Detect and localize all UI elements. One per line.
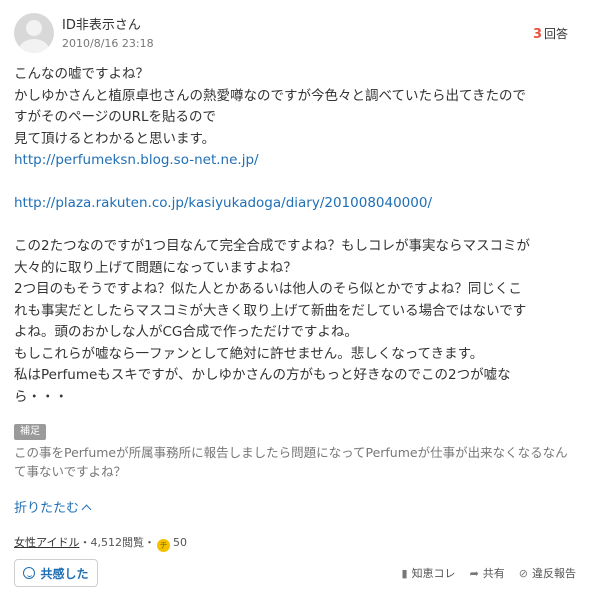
coin-count: 50 [172,536,187,549]
question-header: ID非表示さん 2010/8/16 23:18 3 回答 [14,13,576,53]
question-line: こんなの嘘ですよね？ [14,66,149,82]
category-link[interactable]: 女性アイドル [14,536,79,549]
question-link-1[interactable]: http://perfumeksn.blog.so-net.ne.jp/ [14,150,576,172]
avatar [14,13,54,53]
empathy-button[interactable]: 共感した [14,559,98,587]
question-line: れも事実だとしたらマスコミが大きく取り上げて新曲をだしている場合ではないです [14,302,527,319]
question-body: こんなの嘘ですよね？ かしゆかさんと植原卓也さんの熱愛噂なのですが今色々と調べて… [14,64,576,408]
report-label: 違反報告 [532,567,576,580]
report-button[interactable]: ⊘ 違反報告 [519,565,576,581]
question-line: よね。頭のおかしな人がCG合成で作っただけですよね。 [14,324,358,340]
answer-count[interactable]: 3 回答 [533,25,568,42]
avatar-body [19,39,49,53]
answer-count-number: 3 [532,27,542,42]
question-line: 2つ目のもそうですよね？似た人とかあるいは他人のそら似とかですよね？同じくこ [14,281,522,297]
supplement-text: この事をPerfumeが所属事務所に報告しましたら問題になってPerfumeが仕… [14,445,568,479]
post-date: 2010/8/16 23:18 [62,37,154,50]
bookmark-icon: ▮ [401,566,408,580]
bookmark-label: 知恵コレ [411,567,456,580]
answer-count-label: 回答 [543,27,568,41]
bookmark-button[interactable]: ▮ 知恵コレ [402,565,456,581]
question-line: かしゆかさんと植原卓也さんの熱愛噂なのですが今色々と調べていたら出てきたので [14,87,527,104]
share-label: 共有 [482,567,505,580]
user-name: ID非表示さん [62,18,141,33]
question-meta: 女性アイドル・4,512閲覧・チ 50 [14,534,187,552]
supplement-badge: 補足 [14,424,46,440]
collapse-link[interactable]: 折りたたむ [14,497,92,516]
question-line: ら・・・ [14,388,68,405]
share-icon: ➦ [469,566,479,580]
question-line: すがそのページのURLを貼るので [14,109,217,125]
share-button[interactable]: ➦ 共有 [470,565,505,581]
question-line: この2たつなのですが1つ目なんて完全合成ですよね？もしコレが事実ならマスコミが [14,238,531,254]
avatar-head [26,20,42,36]
collapse-label: 折りたたむ [14,501,80,516]
question-line: もしこれらが嘘なら一ファンとして絶対に許せません。悲しくなってきます。 [14,345,484,362]
view-count: ・4,512閲覧・ [79,536,155,549]
report-icon: ⊘ [518,566,528,580]
action-bar: ▮ 知恵コレ ➦ 共有 ⊘ 違反報告 [402,565,577,581]
empathy-label: 共感した [40,566,89,581]
question-line: 大々的に取り上げて問題になっていますよね？ [14,259,297,276]
coin-icon: チ [156,539,170,552]
question-line: 私はPerfumeもスキですが、かしゆかさんの方がもっと好きなのでこの2つが嘘な [14,367,511,383]
question-link-2[interactable]: http://plaza.rakuten.co.jp/kasiyukadoga/… [14,193,576,215]
chevron-up-icon [81,504,92,515]
smile-icon [23,567,36,579]
question-line: 見て頂けるとわかると思います。 [14,130,216,147]
